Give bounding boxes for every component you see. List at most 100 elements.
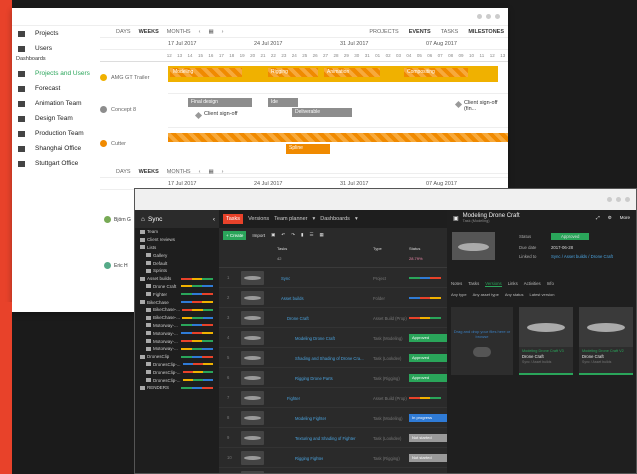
status-badge[interactable]: Approved [551, 233, 590, 240]
tab-tasks[interactable]: TASKS [441, 29, 459, 35]
milestone-icon[interactable] [454, 100, 463, 109]
tree-item[interactable]: BikeChase [135, 298, 219, 306]
row-thumbnail[interactable] [241, 271, 264, 285]
status-badge[interactable]: In progress [409, 414, 447, 422]
calendar-icon[interactable]: ▦ [208, 169, 213, 175]
task-bar-final-design[interactable]: Final design [188, 98, 252, 107]
window-dot[interactable] [607, 197, 612, 202]
zoom-months[interactable]: MONTHS [167, 169, 191, 175]
col-status[interactable]: Status [409, 246, 420, 251]
tree-item[interactable]: Motorway-... [135, 329, 219, 337]
chevron-down-icon[interactable]: ▾ [355, 216, 358, 222]
project-name[interactable]: Concept 8 [111, 107, 136, 113]
tab-dashboards[interactable]: Dashboards [320, 216, 350, 222]
tree-item[interactable]: Motorway-... [135, 345, 219, 353]
more-button[interactable]: More [620, 215, 630, 221]
save-icon[interactable]: ▣ [271, 232, 275, 238]
settings-icon[interactable]: ▦ [320, 232, 324, 238]
zoom-weeks[interactable]: WEEKS [139, 169, 159, 175]
sidebar-item[interactable]: Users [12, 41, 100, 56]
task-bar-animation[interactable]: Animation [324, 68, 380, 77]
table-row[interactable]: 3 Drone Craft Asset Build (Prop) [219, 308, 447, 328]
filter-version[interactable]: Latest version [530, 292, 555, 297]
prev-icon[interactable]: ‹ [199, 169, 201, 175]
task-name[interactable]: Sync [281, 276, 290, 281]
window-dot[interactable] [486, 14, 491, 19]
task-name[interactable]: Asset builds [281, 296, 304, 301]
home-icon[interactable]: ⌂ [141, 216, 145, 223]
settings-icon[interactable]: ⚙ [608, 215, 612, 221]
filter-type[interactable]: Any type [451, 292, 467, 297]
tab-events[interactable]: EVENTS [409, 29, 431, 35]
sidebar-item[interactable]: Shanghai Office [12, 141, 100, 156]
sidebar-item[interactable]: Projects and Users [12, 66, 100, 81]
zoom-days[interactable]: DAYS [116, 169, 131, 175]
task-name[interactable]: Modeling Fighter [295, 416, 326, 421]
tree-item[interactable]: Client reviews [135, 236, 219, 244]
tree-item[interactable]: Sprints [135, 267, 219, 275]
table-row[interactable]: 6 Rigging Drone Parts Task (Rigging) Approv… [219, 368, 447, 388]
tab-versions[interactable]: Versions [248, 216, 269, 222]
task-name[interactable]: Rigging Drone Parts [295, 376, 333, 381]
zoom-months[interactable]: MONTHS [167, 29, 191, 35]
tree-item[interactable]: Default [135, 259, 219, 267]
zoom-days[interactable]: DAYS [116, 29, 131, 35]
col-tasks[interactable]: Tasks [277, 246, 287, 251]
milestone-icon[interactable] [194, 111, 203, 120]
tree-item[interactable]: Team [135, 228, 219, 236]
tree-item[interactable]: DronesClip-... [135, 376, 219, 384]
table-row[interactable]: 9 Texturing and Shading of Fighter Task (L… [219, 428, 447, 448]
tree-item[interactable]: DronesClip-... [135, 361, 219, 369]
sidebar-item[interactable]: Stuttgart Office [12, 156, 100, 171]
detail-thumbnail[interactable] [452, 232, 495, 260]
status-badge[interactable]: Not started [409, 454, 447, 462]
user-name[interactable]: Björn G [114, 217, 131, 223]
row-thumbnail[interactable] [241, 431, 264, 445]
tree-item[interactable]: RENDERS [135, 384, 219, 392]
columns-icon[interactable]: ☰ [309, 232, 313, 238]
window-dot[interactable] [625, 197, 630, 202]
expand-icon[interactable]: ⤢ [596, 215, 600, 221]
row-thumbnail[interactable] [241, 451, 264, 465]
row-thumbnail[interactable] [241, 311, 264, 325]
row-thumbnail[interactable] [241, 331, 264, 345]
row-thumbnail[interactable] [241, 291, 264, 305]
project-name[interactable]: AMG GT Trailer [111, 75, 149, 81]
tab-tasks[interactable]: Tasks [223, 214, 244, 224]
due-date[interactable]: 2017-06-28 [551, 245, 573, 250]
row-thumbnail[interactable] [241, 371, 264, 385]
col-type[interactable]: Type [373, 246, 382, 251]
task-bar-modeling[interactable]: Modeling [170, 68, 242, 77]
row-thumbnail[interactable] [241, 411, 264, 425]
window-dot[interactable] [616, 197, 621, 202]
task-bar-spline[interactable]: Spline [286, 144, 330, 154]
window-dot[interactable] [477, 14, 482, 19]
user-name[interactable]: Eric H [114, 263, 128, 269]
sidebar-item[interactable]: Projects [12, 26, 100, 41]
tree-item[interactable]: Asset builds [135, 275, 219, 283]
task-bar-rigging[interactable]: Rigging [268, 68, 318, 77]
tree-item[interactable]: Motorway-... [135, 322, 219, 330]
task-name[interactable]: Texturing and Shading of Fighter [295, 436, 356, 441]
task-name[interactable]: Drone Craft [287, 316, 309, 321]
tree-item[interactable]: BikeChase-... [135, 314, 219, 322]
tab-notes[interactable]: Notes [451, 281, 462, 287]
tab-tasks[interactable]: Tasks [468, 281, 479, 287]
undo-icon[interactable]: ↶ [281, 232, 285, 238]
sidebar-item[interactable]: Production Team [12, 126, 100, 141]
tab-team-planner[interactable]: Team planner [274, 216, 307, 222]
tree-item[interactable]: Lists [135, 244, 219, 252]
table-row[interactable]: 11BikeChaseSequence [219, 468, 447, 473]
tab-links[interactable]: Links [508, 281, 518, 287]
tree-item[interactable]: DronesClip-... [135, 368, 219, 376]
table-row[interactable]: 7 Fighter Asset Build (Prop) [219, 388, 447, 408]
table-row[interactable]: 2 Asset builds Folder [219, 288, 447, 308]
row-thumbnail[interactable] [241, 391, 264, 405]
tab-versions[interactable]: Versions [485, 281, 502, 287]
window-dot[interactable] [495, 14, 500, 19]
delete-icon[interactable]: ▮ [301, 232, 303, 238]
tab-activities[interactable]: Activities [524, 281, 541, 287]
tree-item[interactable]: Fighter [135, 290, 219, 298]
task-bar-ide[interactable]: Ide [268, 98, 298, 107]
task-name[interactable]: Fighter [287, 396, 300, 401]
